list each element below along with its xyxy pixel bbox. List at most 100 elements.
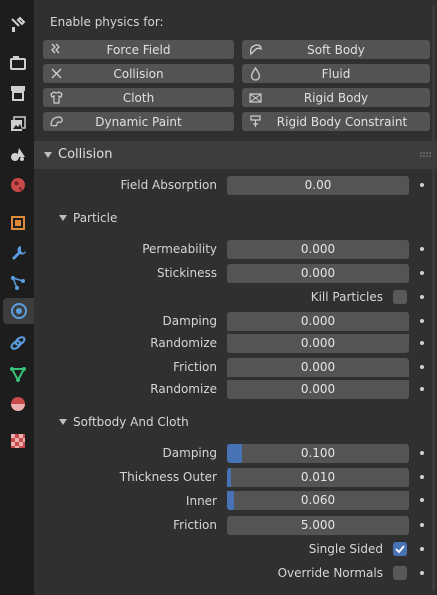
tool-tab[interactable] [5, 12, 31, 38]
thickness-inner-value: 0.060 [300, 493, 336, 507]
particle-subpanel-title: Particle [73, 211, 118, 225]
render-icon [10, 56, 26, 70]
render-tab[interactable] [5, 50, 31, 76]
thickness-outer-slider[interactable]: 0.010 [227, 468, 409, 487]
keyframe-dot[interactable] [420, 498, 424, 502]
field-absorption-label: Field Absorption [120, 178, 217, 192]
collision-panel-header[interactable]: Collision [34, 141, 437, 169]
world-tab[interactable] [5, 172, 31, 198]
cloth-label: Cloth [122, 90, 155, 105]
scrollbar[interactable] [432, 6, 435, 591]
field-absorption-value: 0.00 [304, 178, 332, 192]
close-icon [49, 66, 64, 81]
material-icon [11, 397, 25, 411]
cloth-button[interactable]: Cloth [43, 88, 234, 107]
kill-particles-checkbox[interactable] [393, 290, 407, 304]
physics-properties-panel: Enable physics for: Force Field Soft Bod… [34, 0, 437, 595]
keyframe-dot[interactable] [420, 365, 424, 369]
damping-randomize-field[interactable]: 0.000 [227, 334, 409, 353]
physics-tab[interactable] [3, 298, 34, 324]
particle-damping-field[interactable]: 0.000 [227, 312, 409, 331]
keyframe-dot[interactable] [420, 523, 424, 527]
cloth-shirt-icon [49, 90, 64, 105]
keyframe-dot[interactable] [420, 247, 424, 251]
keyframe-dot[interactable] [420, 475, 424, 479]
fluid-button[interactable]: Fluid [242, 64, 430, 83]
sb-damping-value: 0.100 [300, 446, 336, 460]
single-sided-checkbox[interactable] [393, 542, 407, 556]
rigid-body-icon [248, 90, 263, 105]
stickiness-label: Stickiness [156, 266, 217, 280]
override-normals-label: Override Normals [277, 566, 383, 580]
output-tab[interactable] [5, 80, 31, 106]
rigid-body-button[interactable]: Rigid Body [242, 88, 430, 107]
texture-icon [11, 434, 25, 448]
particle-subpanel-header[interactable]: Particle [34, 205, 437, 231]
override-normals-checkbox[interactable] [393, 566, 407, 580]
checkmark-icon [395, 545, 405, 554]
force-field-button[interactable]: Force Field [43, 40, 234, 59]
keyframe-dot[interactable] [420, 341, 424, 345]
single-sided-label: Single Sided [308, 542, 383, 556]
fluid-label: Fluid [321, 66, 351, 81]
view-layer-tab[interactable] [5, 111, 31, 137]
rigid-body-constraint-label: Rigid Body Constraint [276, 114, 408, 129]
particles-icon [11, 276, 25, 290]
physics-icon [10, 303, 27, 319]
keyframe-dot[interactable] [420, 451, 424, 455]
constraints-tab[interactable] [5, 330, 31, 356]
sb-friction-field[interactable]: 5.000 [227, 516, 409, 535]
keyframe-dot[interactable] [420, 571, 424, 575]
fluid-drop-icon [248, 66, 263, 81]
tool-icon [11, 16, 26, 32]
properties-tab-bar [0, 0, 34, 595]
thickness-inner-slider[interactable]: 0.060 [227, 491, 409, 510]
permeability-field[interactable]: 0.000 [227, 240, 409, 259]
friction-randomize-field[interactable]: 0.000 [227, 380, 409, 399]
field-absorption-field[interactable]: 0.00 [227, 176, 409, 195]
keyframe-dot[interactable] [420, 183, 424, 187]
sb-damping-slider[interactable]: 0.100 [227, 444, 409, 463]
thickness-outer-label: Thickness Outer [119, 470, 217, 484]
modifier-icon [12, 246, 26, 260]
keyframe-dot[interactable] [420, 547, 424, 551]
keyframe-dot[interactable] [420, 271, 424, 275]
collapse-arrow-icon [44, 152, 52, 158]
soft-body-label: Soft Body [307, 42, 365, 57]
soft-body-button[interactable]: Soft Body [242, 40, 430, 59]
softbody-cloth-subpanel-header[interactable]: Softbody And Cloth [34, 409, 437, 435]
sb-friction-label: Friction [173, 518, 217, 532]
constraints-icon [10, 336, 26, 350]
keyframe-dot[interactable] [420, 319, 424, 323]
damping-randomize-value: 0.000 [300, 336, 336, 350]
rigid-body-constraint-button[interactable]: Rigid Body Constraint [242, 112, 430, 131]
particle-friction-value: 0.000 [300, 360, 336, 374]
scene-tab[interactable] [5, 141, 31, 167]
permeability-label: Permeability [142, 242, 217, 256]
particle-friction-field[interactable]: 0.000 [227, 358, 409, 377]
output-icon [11, 86, 25, 101]
rigid-body-constraint-icon [248, 114, 263, 129]
particle-damping-value: 0.000 [300, 314, 336, 328]
data-tab[interactable] [5, 361, 31, 387]
dynamic-paint-button[interactable]: Dynamic Paint [43, 112, 234, 131]
modifier-tab[interactable] [5, 240, 31, 266]
stickiness-field[interactable]: 0.000 [227, 264, 409, 283]
view-layer-icon [11, 116, 26, 131]
data-icon [10, 367, 26, 383]
collapse-arrow-icon [59, 419, 67, 425]
keyframe-dot[interactable] [420, 387, 424, 391]
particles-tab[interactable] [5, 270, 31, 296]
thickness-outer-value: 0.010 [300, 470, 336, 484]
soft-body-icon [248, 42, 263, 57]
softbody-cloth-subpanel-title: Softbody And Cloth [73, 415, 189, 429]
dynamic-paint-icon [49, 114, 64, 129]
keyframe-dot[interactable] [420, 295, 424, 299]
material-tab[interactable] [5, 391, 31, 417]
texture-tab[interactable] [5, 428, 31, 454]
collapse-arrow-icon [59, 215, 67, 221]
scene-icon [11, 148, 25, 161]
collision-button[interactable]: Collision [43, 64, 234, 83]
object-tab[interactable] [5, 210, 31, 236]
drag-handle-icon[interactable] [420, 152, 432, 158]
